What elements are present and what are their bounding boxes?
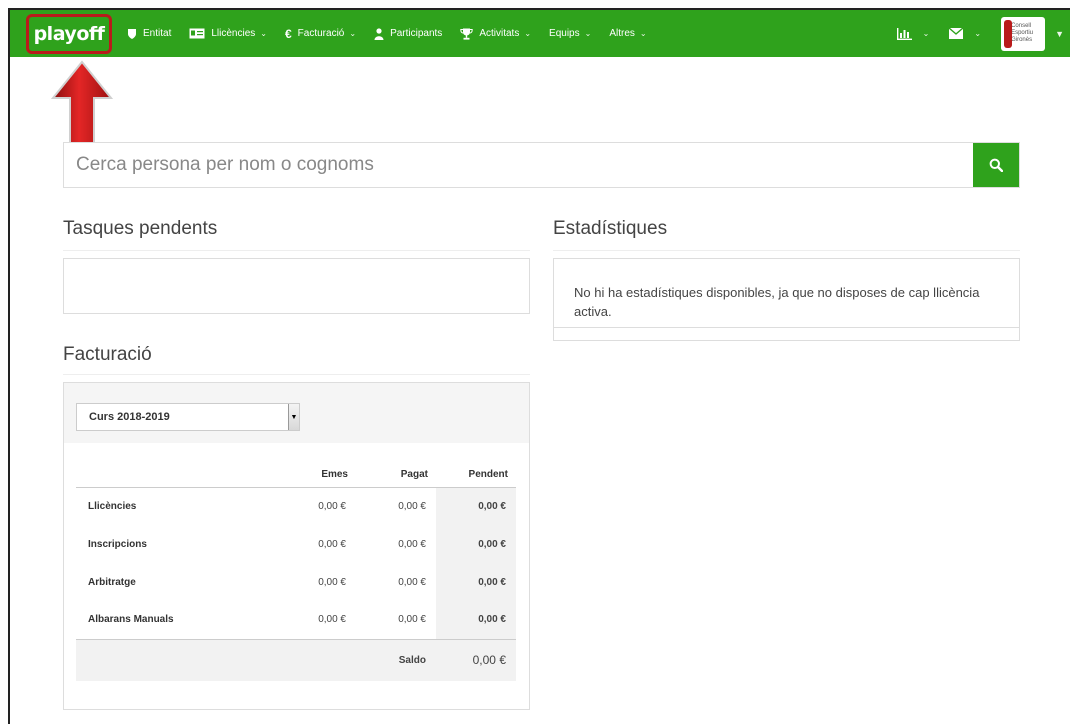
menu-equips-label: Equips — [549, 28, 580, 39]
menu-llicencies[interactable]: Llicències ⌄ — [180, 10, 276, 57]
chevron-down-icon: ⌄ — [584, 29, 592, 38]
user-menu[interactable]: Consell Esportiu Gironès ▼ — [991, 10, 1070, 57]
avatar-logo-figure — [1004, 19, 1013, 48]
row-name: Llicències — [88, 500, 137, 512]
saldo-empty-cell — [276, 638, 356, 681]
menu-activitats[interactable]: Activitats ⌄ — [451, 10, 540, 57]
row-name: Albarans Manuals — [88, 614, 174, 626]
col-header-pagat: Pagat — [356, 463, 436, 488]
menu-llicencies-label: Llicències — [211, 28, 256, 39]
saldo-row: Saldo 0,00 € — [76, 638, 516, 681]
saldo-value: 0,00 € — [436, 638, 516, 681]
course-select[interactable]: Curs 2018-2019 ▼ — [76, 403, 300, 431]
row-emes: 0,00 € — [318, 538, 346, 550]
euro-icon: € — [284, 26, 292, 41]
row-emes: 0,00 € — [318, 614, 346, 626]
chevron-down-icon: ⌄ — [349, 29, 357, 38]
search-input[interactable] — [64, 143, 973, 187]
shield-icon — [127, 28, 137, 40]
stats-heading: Estadístiques — [553, 218, 668, 239]
row-name: Arbitratge — [88, 576, 136, 588]
col-header-concept — [76, 463, 276, 488]
course-select-value: Curs 2018-2019 — [89, 411, 170, 423]
id-card-icon — [189, 28, 205, 39]
table-row: Inscripcions 0,00 € 0,00 € 0,00 € — [76, 525, 516, 563]
billing-table-header: Emes Pagat Pendent — [76, 463, 516, 488]
row-pagat: 0,00 € — [398, 576, 426, 588]
stats-divider — [553, 250, 1020, 251]
menu-participants-label: Participants — [390, 28, 443, 39]
table-row: Llicències 0,00 € 0,00 € 0,00 € — [76, 487, 516, 525]
menu-participants[interactable]: Participants — [365, 10, 451, 57]
stats-empty-message: No hi ha estadístiques disponibles, ja q… — [574, 285, 980, 319]
mail-menu[interactable]: ⌄ — [939, 10, 991, 57]
menu-altres[interactable]: Altres ⌄ — [600, 10, 655, 57]
envelope-icon — [949, 28, 964, 39]
menu-activitats-label: Activitats — [479, 28, 520, 39]
bar-chart-icon — [896, 27, 912, 40]
saldo-label: Saldo — [356, 638, 436, 681]
brand-logo[interactable]: playoff — [26, 14, 112, 54]
row-pendent: 0,00 € — [436, 563, 516, 601]
row-emes: 0,00 € — [318, 576, 346, 588]
stats-panel: No hi ha estadístiques disponibles, ja q… — [553, 258, 1020, 341]
tasks-divider — [63, 250, 530, 251]
menu-facturacio[interactable]: € Facturació ⌄ — [276, 10, 365, 57]
menu-entitat[interactable]: Entitat — [118, 10, 180, 57]
row-pendent: 0,00 € — [436, 525, 516, 563]
person-search — [63, 142, 1020, 188]
tasks-heading: Tasques pendents — [63, 218, 218, 239]
menu-altres-label: Altres — [609, 28, 635, 39]
select-arrow-icon: ▼ — [288, 404, 299, 430]
chevron-down-icon: ⌄ — [639, 29, 647, 38]
col-header-emes: Emes — [276, 463, 356, 488]
app-window: playoff Entitat Llicències ⌄ € Facturaci… — [8, 8, 1070, 724]
table-row: Arbitratge 0,00 € 0,00 € 0,00 € — [76, 563, 516, 601]
avatar: Consell Esportiu Gironès — [1001, 16, 1046, 51]
billing-divider — [63, 374, 530, 375]
navbar-right: ⌄ ⌄ Consell Esportiu Gironès ▼ — [886, 10, 1070, 57]
row-pendent: 0,00 € — [436, 601, 516, 639]
tasks-panel — [63, 258, 530, 314]
row-pagat: 0,00 € — [398, 538, 426, 550]
row-emes: 0,00 € — [318, 500, 346, 512]
row-pagat: 0,00 € — [398, 614, 426, 626]
menu-entitat-label: Entitat — [143, 28, 172, 39]
menu-facturacio-label: Facturació — [297, 28, 345, 39]
chevron-down-icon: ⌄ — [922, 29, 930, 38]
avatar-text-line-3: Gironès — [1011, 37, 1033, 43]
chevron-down-icon: ⌄ — [524, 29, 532, 38]
stats-menu[interactable]: ⌄ — [886, 10, 940, 57]
row-pagat: 0,00 € — [398, 500, 426, 512]
search-icon — [989, 158, 1003, 172]
col-header-pendent: Pendent — [436, 463, 516, 488]
billing-heading: Facturació — [63, 344, 152, 365]
table-row: Albarans Manuals 0,00 € 0,00 € 0,00 € — [76, 601, 516, 639]
trophy-icon — [460, 28, 474, 40]
row-pendent: 0,00 € — [436, 487, 516, 525]
search-button[interactable] — [973, 143, 1019, 187]
avatar-text-line-2: Esportiu — [1011, 30, 1034, 36]
menu-equips[interactable]: Equips ⌄ — [540, 10, 600, 57]
chevron-down-icon: ⌄ — [260, 29, 267, 38]
main-menu: Entitat Llicències ⌄ € Facturació ⌄ Part… — [118, 10, 656, 57]
user-icon — [374, 27, 384, 40]
billing-table: Emes Pagat Pendent Llicències 0,00 € 0,0… — [76, 463, 516, 681]
avatar-text-line-1: Consell — [1011, 23, 1032, 29]
row-name: Inscripcions — [88, 538, 147, 550]
chevron-down-icon: ⌄ — [974, 29, 982, 38]
saldo-empty-cell — [76, 638, 276, 681]
caret-down-icon: ▼ — [1055, 28, 1064, 39]
billing-panel: Curs 2018-2019 ▼ Emes Pagat Pendent Llic… — [63, 382, 530, 710]
stats-panel-divider — [554, 327, 1019, 328]
top-navbar: playoff Entitat Llicències ⌄ € Facturaci… — [10, 10, 1070, 57]
